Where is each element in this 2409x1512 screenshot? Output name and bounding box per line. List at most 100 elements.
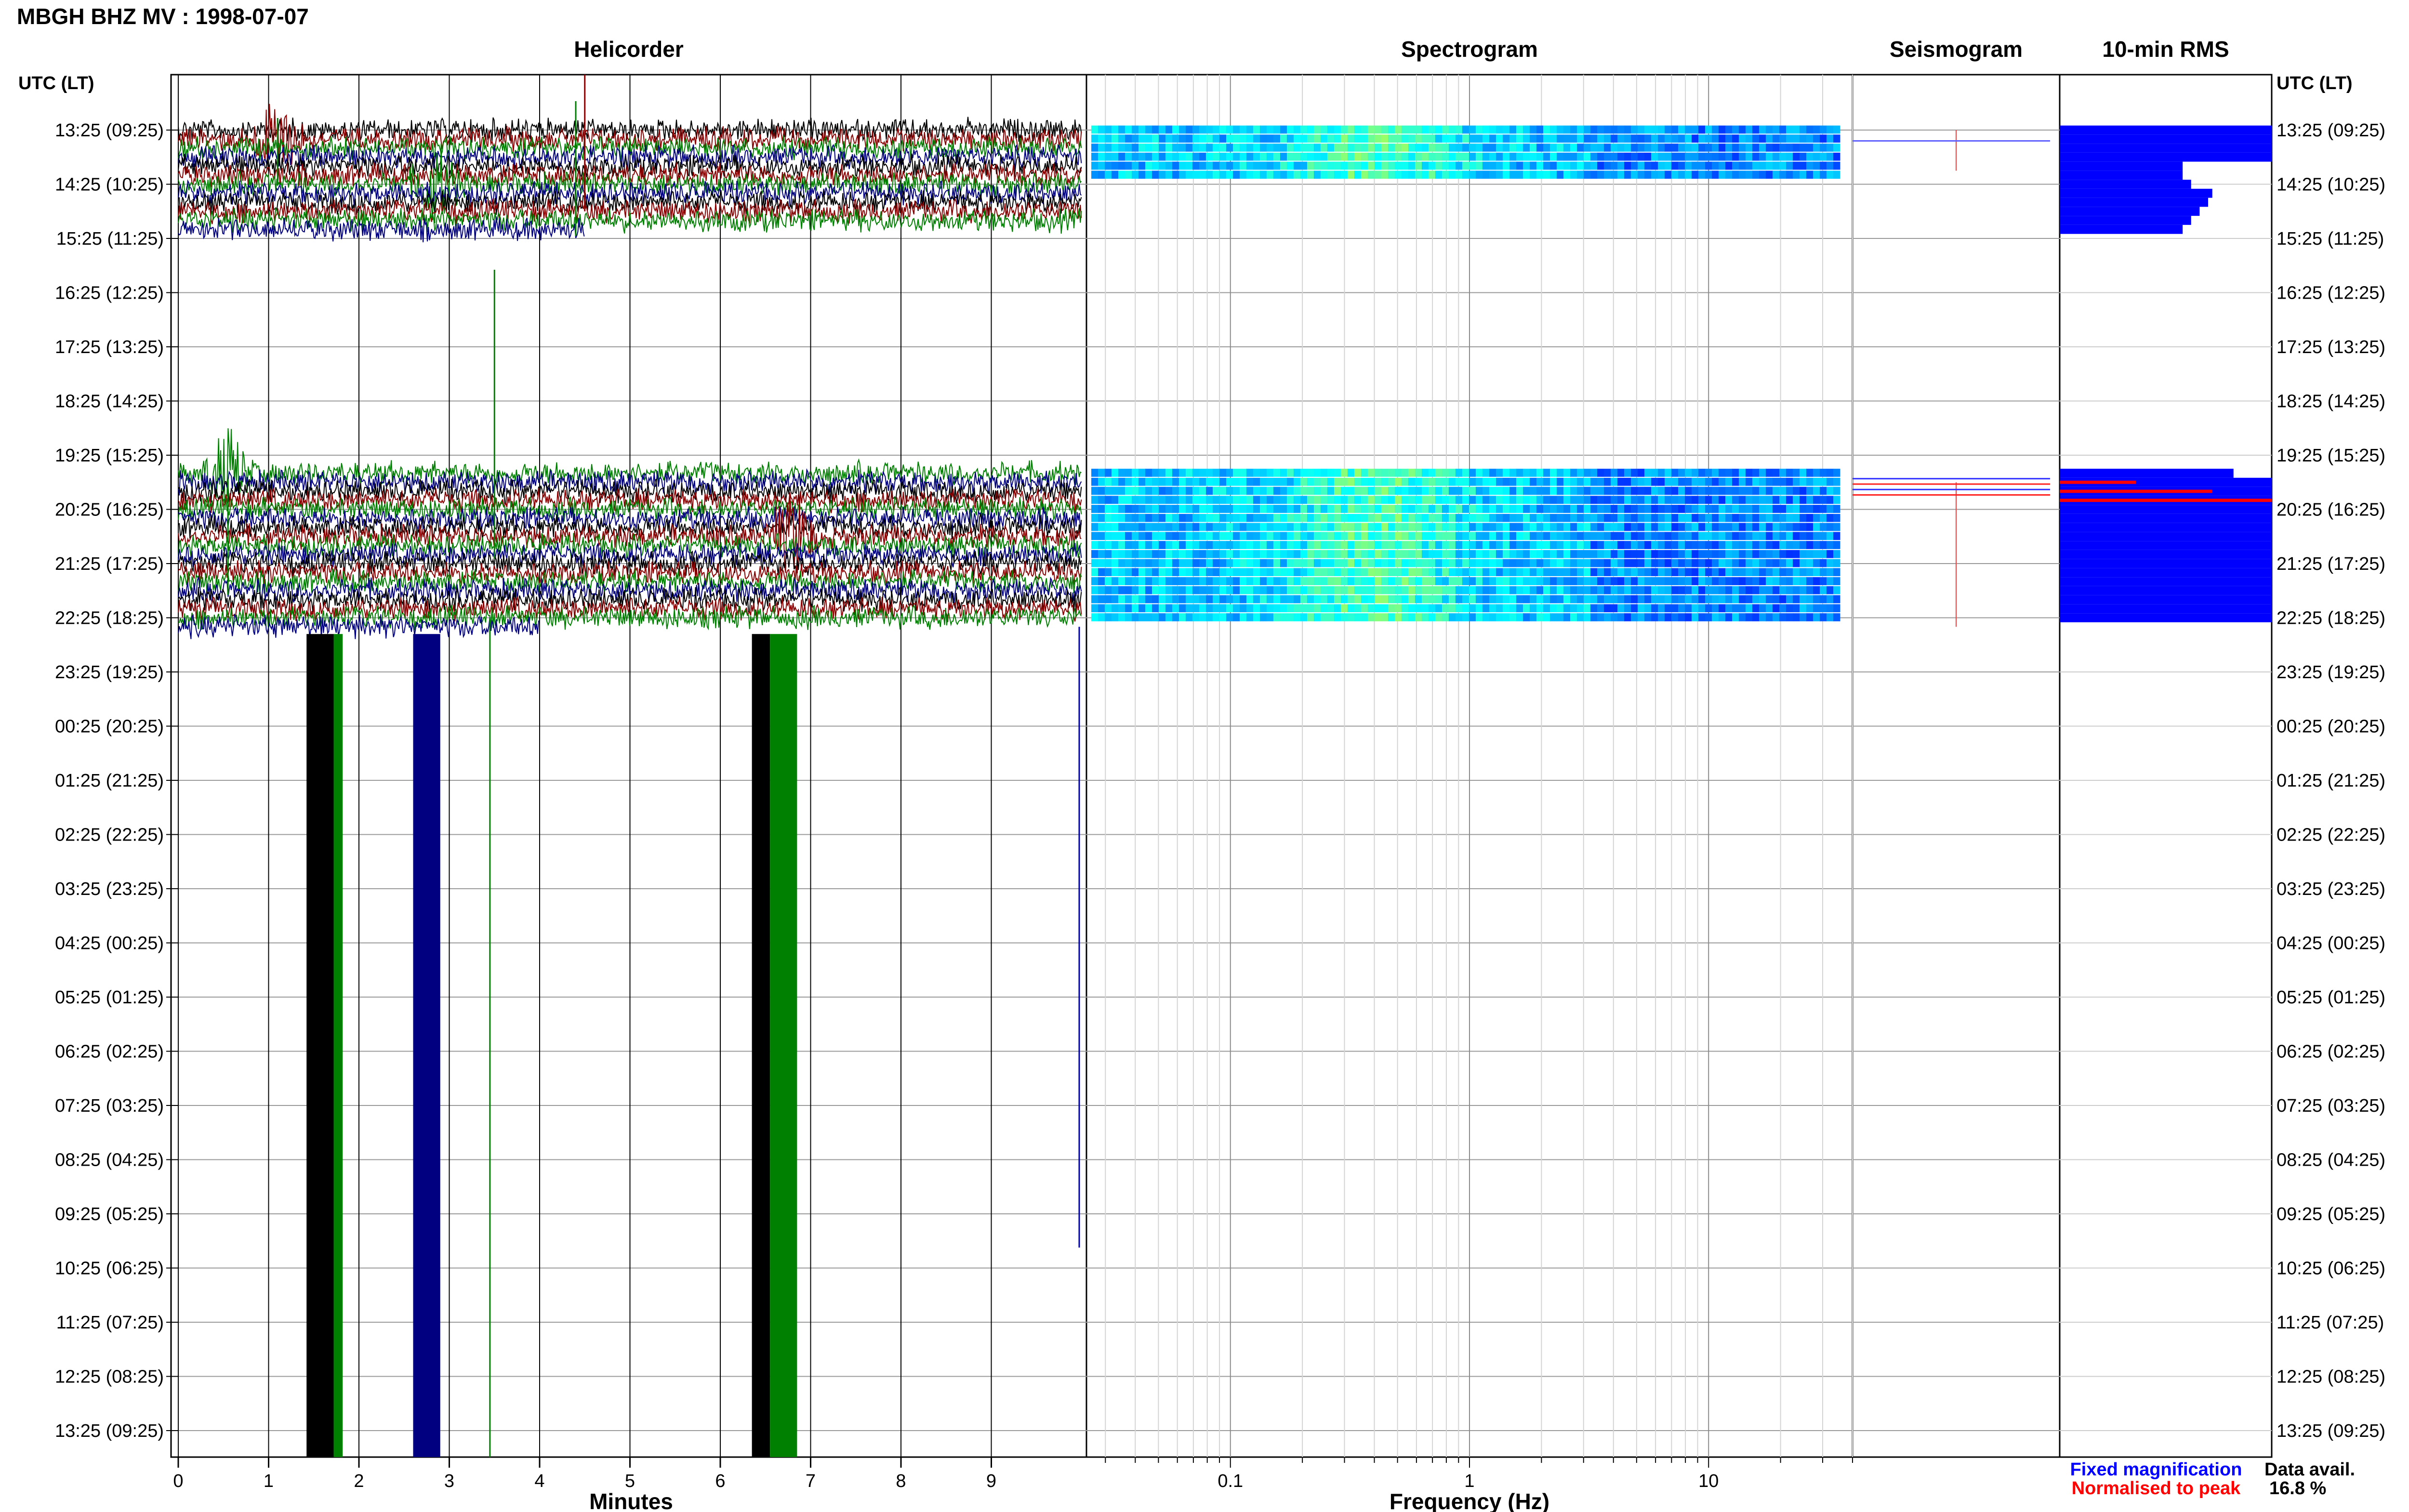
spectrogram-cell bbox=[1429, 486, 1436, 495]
spectrogram-cell bbox=[1577, 469, 1584, 477]
spectrogram-cell bbox=[1705, 586, 1712, 594]
spectrogram-cell bbox=[1604, 550, 1611, 558]
spectrogram-cell bbox=[1260, 613, 1267, 621]
spectrogram-cell bbox=[1112, 613, 1119, 621]
spectrogram-cell bbox=[1678, 541, 1685, 549]
spectrogram-cell bbox=[1536, 613, 1544, 621]
spectrogram-cell bbox=[1307, 586, 1314, 594]
spectrogram-cell bbox=[1523, 613, 1530, 621]
spectrogram-cell bbox=[1617, 513, 1625, 522]
spectrogram-cell bbox=[1172, 171, 1179, 179]
spectrogram-cell bbox=[1577, 613, 1584, 621]
spectrogram-cell bbox=[1577, 541, 1584, 549]
spectrogram-cell bbox=[1381, 577, 1389, 585]
spectrogram-cell bbox=[1530, 550, 1537, 558]
spectrogram-cell bbox=[1368, 523, 1375, 531]
spectrogram-cell bbox=[1192, 541, 1200, 549]
hour-label-right: 06:25 (02:25) bbox=[2277, 1042, 2385, 1062]
spectrogram-cell bbox=[1739, 134, 1746, 143]
spectrogram-cell bbox=[1739, 550, 1746, 558]
spectrogram-cell bbox=[1590, 595, 1598, 604]
spectrogram-cell bbox=[1321, 559, 1328, 567]
spectrogram-cell bbox=[1820, 550, 1827, 558]
spectrogram-cell bbox=[1341, 550, 1348, 558]
spectrogram-cell bbox=[1570, 541, 1577, 549]
spectrogram-cell bbox=[1125, 568, 1132, 577]
spectrogram-cell bbox=[1219, 144, 1227, 152]
spectrogram-cell bbox=[1240, 469, 1247, 477]
spectrogram-cell bbox=[1550, 152, 1557, 161]
spectrogram-cell bbox=[1260, 505, 1267, 513]
spectrogram-cell bbox=[1577, 486, 1584, 495]
spectrogram-cell bbox=[1260, 568, 1267, 577]
spectrogram-cell bbox=[1611, 152, 1618, 161]
spectrogram-cell bbox=[1489, 613, 1496, 621]
spectrogram-cell bbox=[1456, 144, 1463, 152]
spectrogram-cell bbox=[1827, 125, 1834, 134]
spectrogram-cell bbox=[1219, 152, 1227, 161]
spectrogram-cell bbox=[1617, 152, 1625, 161]
spectrogram-cell bbox=[1132, 523, 1139, 531]
spectrogram-cell bbox=[1644, 532, 1652, 540]
spectrogram-cell bbox=[1273, 568, 1281, 577]
spectrogram-cell bbox=[1543, 469, 1550, 477]
spectrogram-cell bbox=[1145, 568, 1152, 577]
spectrogram-cell bbox=[1516, 577, 1523, 585]
spectrogram-cell bbox=[1118, 550, 1125, 558]
spectrogram-cell bbox=[1800, 586, 1807, 594]
spectrogram-cell bbox=[1354, 152, 1362, 161]
spectrogram-cell bbox=[1138, 496, 1146, 504]
hour-label-right: 09:25 (05:25) bbox=[2277, 1204, 2385, 1224]
spectrogram-cell bbox=[1462, 161, 1469, 170]
spectrogram-cell bbox=[1665, 125, 1672, 134]
spectrogram-cell bbox=[1112, 541, 1119, 549]
spectrogram-cell bbox=[1422, 613, 1429, 621]
spectrogram-cell bbox=[1779, 532, 1787, 540]
spectrogram-cell bbox=[1806, 532, 1813, 540]
spectrogram-cell bbox=[1746, 595, 1753, 604]
rms-bar bbox=[2060, 499, 2272, 502]
spectrogram-cell bbox=[1692, 550, 1699, 558]
spectrogram-cell bbox=[1705, 559, 1712, 567]
spectrogram-cell bbox=[1584, 125, 1591, 134]
spectrogram-cell bbox=[1827, 595, 1834, 604]
spectrogram-cell bbox=[1536, 152, 1544, 161]
spectrogram-cell bbox=[1307, 171, 1314, 179]
spectrogram-cell bbox=[1624, 586, 1631, 594]
spectrogram-cell bbox=[1206, 577, 1213, 585]
spectrogram-cell bbox=[1712, 559, 1719, 567]
spectrogram-cell bbox=[1516, 134, 1523, 143]
spectrogram-cell bbox=[1503, 513, 1510, 522]
spectrogram-cell bbox=[1530, 613, 1537, 621]
spectrogram-cell bbox=[1260, 595, 1267, 604]
spectrogram-cell bbox=[1422, 595, 1429, 604]
spectrogram-cell bbox=[1503, 134, 1510, 143]
spectrogram-cell bbox=[1118, 152, 1125, 161]
spectrogram-cell bbox=[1773, 477, 1780, 486]
spectrogram-cell bbox=[1698, 505, 1706, 513]
spectrogram-cell bbox=[1550, 541, 1557, 549]
spectrogram-cell bbox=[1307, 595, 1314, 604]
hour-label-right: 17:25 (13:25) bbox=[2277, 337, 2385, 357]
spectrogram-cell bbox=[1617, 496, 1625, 504]
spectrogram-cell bbox=[1597, 568, 1604, 577]
spectrogram-cell bbox=[1179, 559, 1186, 567]
spectrogram-cell bbox=[1712, 505, 1719, 513]
spectrogram-cell bbox=[1354, 496, 1362, 504]
spectrogram-cell bbox=[1725, 477, 1733, 486]
spectrogram-cell bbox=[1240, 613, 1247, 621]
spectrogram-cell bbox=[1766, 577, 1773, 585]
spectrogram-cell bbox=[1267, 613, 1274, 621]
spectrogram-cell bbox=[1658, 550, 1665, 558]
rms-bar bbox=[2060, 469, 2234, 478]
spectrogram-cell bbox=[1719, 144, 1726, 152]
spectrogram-cell bbox=[1563, 613, 1571, 621]
spectrogram-cell bbox=[1327, 604, 1335, 613]
spectrogram-cell bbox=[1091, 568, 1099, 577]
spectrogram-cell bbox=[1476, 513, 1483, 522]
spectrogram-cell bbox=[1381, 613, 1389, 621]
spectrogram-cell bbox=[1665, 171, 1672, 179]
spectrogram-cell bbox=[1489, 559, 1496, 567]
spectrogram-cell bbox=[1226, 134, 1233, 143]
spectrogram-cell bbox=[1132, 152, 1139, 161]
